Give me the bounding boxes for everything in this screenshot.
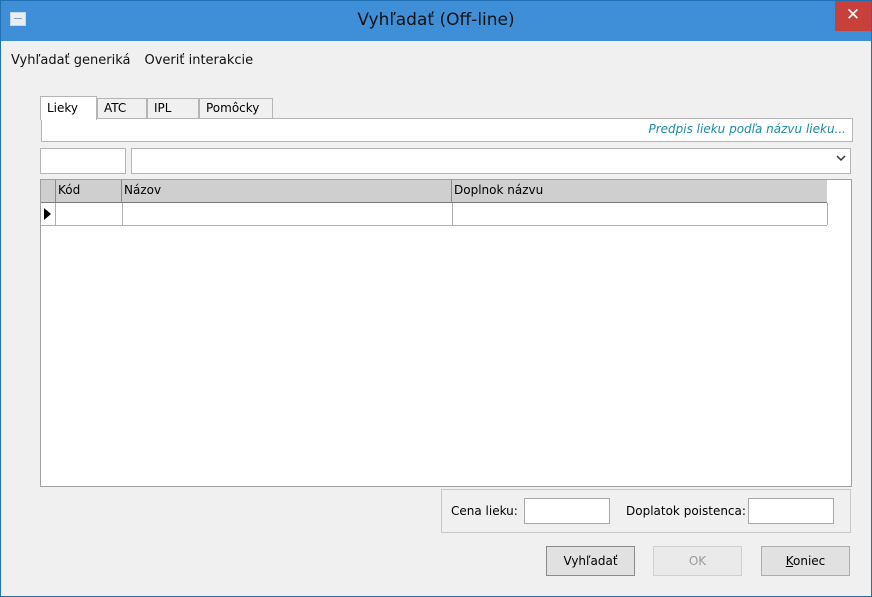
column-header-nazov[interactable]: Názov (122, 180, 452, 202)
tab-atc[interactable]: ATC (97, 98, 147, 118)
search-window: Vyhľadať (Off-line) ✕ Vyhľadať generiká … (0, 0, 872, 597)
tab-ipl[interactable]: IPL (147, 98, 199, 118)
copay-label: Doplatok poistenca: (626, 504, 746, 518)
column-header-kod[interactable]: Kód (56, 180, 122, 202)
menu-item-generics[interactable]: Vyhľadať generiká (9, 51, 136, 71)
cell-nazov[interactable] (122, 203, 453, 225)
results-grid[interactable]: Kód Názov Doplnok názvu (40, 179, 852, 487)
current-row-indicator-icon (41, 203, 56, 225)
grid-corner (41, 180, 56, 202)
ok-button[interactable]: OK (653, 546, 742, 576)
end-button-label: oniec (793, 554, 826, 568)
grid-header: Kód Názov Doplnok názvu (41, 180, 827, 203)
price-panel: Cena lieku: Doplatok poistenca: (441, 489, 851, 533)
copay-field[interactable] (748, 498, 834, 524)
tab-lieky[interactable]: Lieky (40, 96, 97, 120)
tab-pomocky[interactable]: Pomôcky (199, 98, 273, 118)
cell-doplnok[interactable] (452, 203, 828, 225)
name-combobox[interactable] (131, 148, 851, 174)
table-row[interactable] (41, 203, 828, 226)
hint-text: Predpis lieku podľa názvu lieku... (648, 122, 846, 136)
column-header-doplnok[interactable]: Doplnok názvu (452, 180, 827, 202)
end-button-mnemonic: K (785, 554, 793, 568)
price-label: Cena lieku: (451, 504, 518, 518)
menu-item-interactions[interactable]: Overiť interakcie (136, 51, 259, 71)
cell-kod[interactable] (56, 203, 123, 225)
dialog-content: Vyhľadať generiká Overiť interakcie Liek… (9, 41, 863, 587)
price-field[interactable] (524, 498, 610, 524)
close-button[interactable]: ✕ (835, 1, 871, 31)
end-button[interactable]: Koniec (761, 546, 850, 576)
code-input[interactable] (40, 148, 126, 174)
title-bar[interactable]: Vyhľadať (Off-line) ✕ (1, 1, 871, 41)
menu-bar: Vyhľadať generiká Overiť interakcie (9, 51, 259, 71)
chevron-down-icon[interactable] (836, 153, 846, 166)
search-button[interactable]: Vyhľadať (546, 546, 635, 576)
tab-panel: Predpis lieku podľa názvu lieku... (41, 118, 853, 142)
window-title: Vyhľadať (Off-line) (357, 10, 515, 30)
